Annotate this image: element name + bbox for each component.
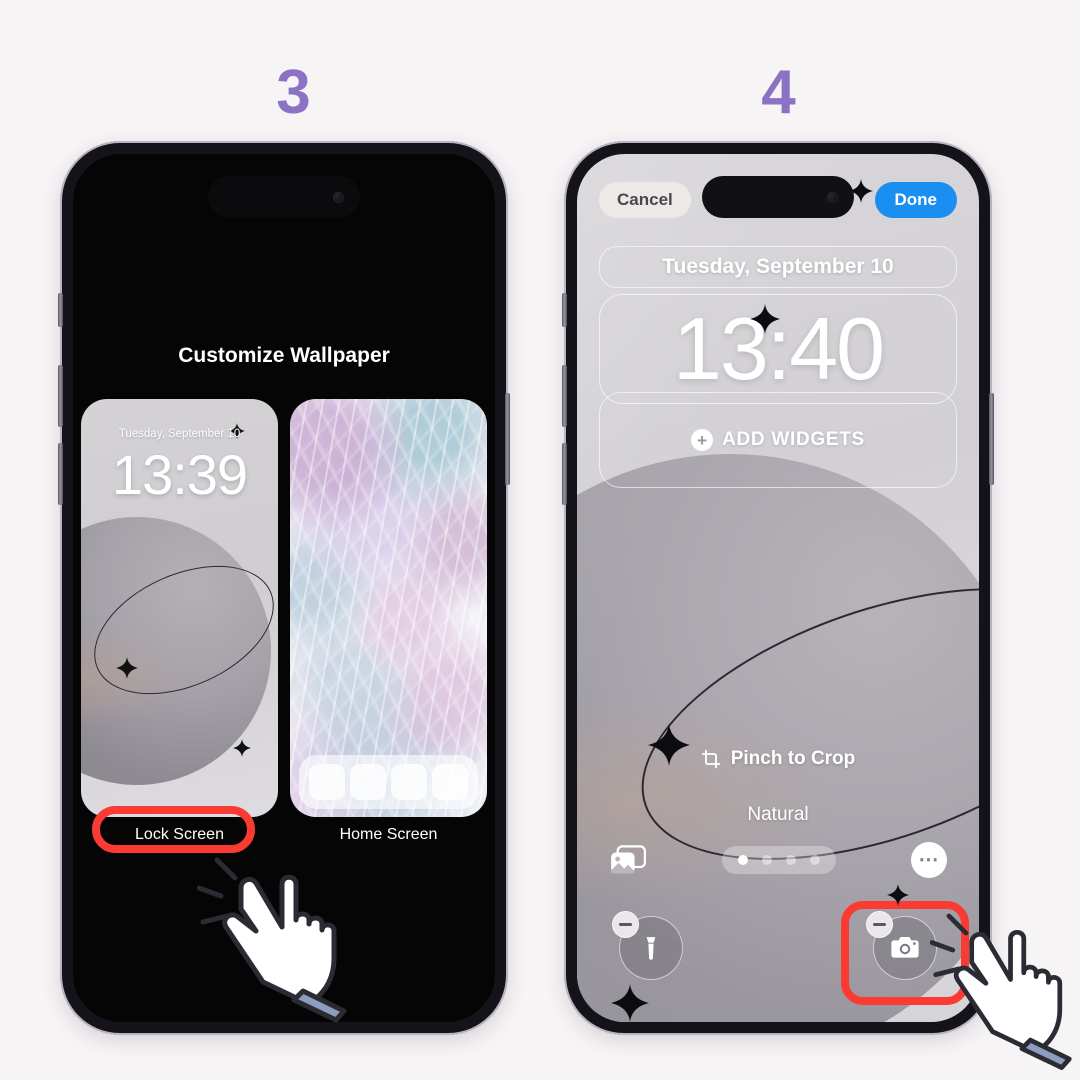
phone-right: Cancel Done Tuesday, September 10 13:40 … bbox=[562, 143, 994, 1033]
highlight-oval-lock-screen bbox=[92, 806, 255, 853]
style-dot-2[interactable] bbox=[762, 855, 772, 865]
home-screen-dock bbox=[299, 755, 478, 809]
ellipsis-icon[interactable]: ⋯ bbox=[911, 842, 947, 878]
pinch-to-crop-label: Pinch to Crop bbox=[730, 748, 856, 769]
thumbnail-clock: 13:39 bbox=[111, 443, 248, 506]
lock-screen-thumbnail[interactable]: Tuesday, September 10 13:39 bbox=[81, 399, 278, 817]
plus-circle-icon: + bbox=[691, 429, 714, 451]
dock-app-icon bbox=[390, 764, 427, 800]
add-widgets-button[interactable]: + ADD WIDGETS bbox=[599, 392, 957, 488]
volume-up-button-right[interactable] bbox=[562, 365, 567, 427]
action-button-left[interactable] bbox=[58, 293, 63, 327]
power-button-right[interactable] bbox=[989, 393, 994, 485]
remove-camera-badge[interactable] bbox=[866, 911, 893, 938]
style-dot-1[interactable] bbox=[738, 855, 748, 865]
volume-down-button-right[interactable] bbox=[562, 443, 567, 505]
volume-up-button-left[interactable] bbox=[58, 365, 63, 427]
sparkle-icon bbox=[233, 739, 251, 757]
camera-icon bbox=[891, 937, 919, 958]
date-widget[interactable]: Tuesday, September 10 bbox=[599, 246, 957, 288]
pinch-to-crop-hint: Pinch to Crop bbox=[577, 748, 979, 770]
dock-app-icon bbox=[309, 764, 346, 800]
action-button-right[interactable] bbox=[562, 293, 567, 327]
power-button-left[interactable] bbox=[505, 393, 510, 485]
quick-action-row bbox=[577, 911, 979, 980]
cancel-button[interactable]: Cancel bbox=[599, 182, 691, 218]
dock-app-icon bbox=[431, 764, 468, 800]
sparkle-icon bbox=[887, 884, 909, 906]
dock-app-icon bbox=[350, 764, 387, 800]
thumbnail-date: Tuesday, September 10 bbox=[118, 428, 241, 440]
home-screen-thumbnail[interactable] bbox=[290, 399, 487, 817]
page-title: Customize Wallpaper bbox=[178, 344, 390, 367]
home-screen-label[interactable]: Home Screen bbox=[290, 826, 487, 844]
camera-quick-action[interactable] bbox=[866, 911, 937, 980]
dynamic-island-left bbox=[208, 176, 360, 218]
step-number-3: 3 bbox=[276, 58, 310, 127]
step-number-4: 4 bbox=[761, 58, 795, 127]
crop-icon bbox=[701, 749, 720, 769]
tutorial-canvas: 3 4 Customize Wallpaper Tuesday, Septemb… bbox=[0, 0, 1080, 1080]
wallpaper-style-row: Natural bbox=[577, 804, 979, 826]
sparkle-icon bbox=[750, 304, 780, 334]
style-name-label: Natural bbox=[747, 804, 809, 825]
front-camera-icon bbox=[333, 191, 344, 203]
phone-right-screen: Cancel Done Tuesday, September 10 13:40 … bbox=[577, 154, 979, 1022]
pointing-hand-cursor bbox=[196, 848, 387, 1028]
flashlight-quick-action[interactable] bbox=[612, 911, 683, 980]
flashlight-icon bbox=[646, 937, 656, 960]
done-button[interactable]: Done bbox=[874, 182, 957, 218]
style-dot-3[interactable] bbox=[786, 855, 796, 865]
sparkle-icon bbox=[116, 657, 138, 679]
sparkle-icon bbox=[611, 984, 649, 1022]
date-widget-text: Tuesday, September 10 bbox=[662, 255, 894, 278]
editor-toolbar: Cancel Done bbox=[577, 182, 979, 218]
style-controls-row: ⋯ bbox=[577, 842, 979, 878]
volume-down-button-left[interactable] bbox=[58, 443, 63, 505]
style-pagination-dots[interactable] bbox=[722, 846, 836, 874]
pointing-hand-cursor bbox=[929, 900, 1080, 1080]
add-widgets-label: ADD WIDGETS bbox=[722, 429, 865, 450]
photos-library-icon[interactable] bbox=[609, 845, 647, 875]
style-dot-4[interactable] bbox=[810, 855, 820, 865]
wallpaper-preview-row: Tuesday, September 10 13:39 bbox=[73, 399, 495, 817]
remove-flashlight-badge[interactable] bbox=[612, 911, 639, 938]
